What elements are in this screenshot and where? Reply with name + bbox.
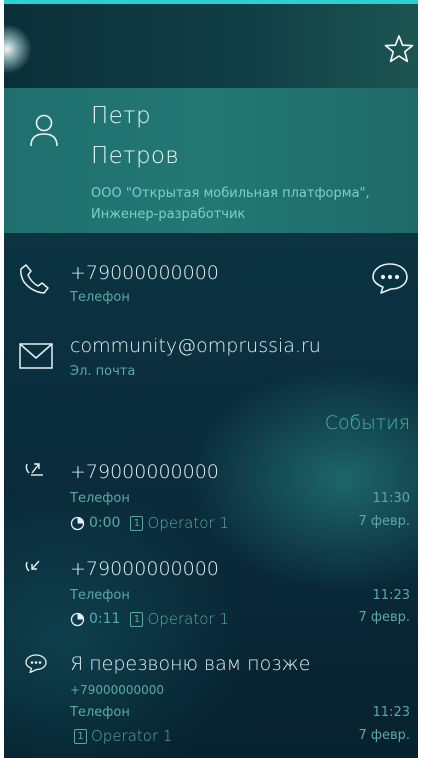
contact-first-name: Петр bbox=[91, 103, 151, 129]
operator-name: Operator 1 bbox=[147, 610, 229, 628]
event-title: +79000000000 bbox=[70, 461, 219, 483]
event-time: 11:23 bbox=[372, 705, 410, 720]
events-section-header: События bbox=[324, 412, 410, 434]
call-duration: 0:00 bbox=[89, 515, 121, 531]
operator-name: Operator 1 bbox=[147, 514, 229, 532]
envelope-icon[interactable] bbox=[19, 343, 53, 369]
event-label: Телефон bbox=[70, 491, 130, 506]
timer-icon bbox=[70, 612, 85, 626]
email-address[interactable]: community@omprussia.ru bbox=[70, 335, 321, 357]
operator-name: Operator 1 bbox=[91, 727, 173, 745]
event-date: 7 февр. bbox=[358, 610, 410, 625]
chat-bubble-icon bbox=[25, 654, 47, 674]
timer-icon bbox=[70, 516, 85, 530]
event-date: 7 февр. bbox=[358, 514, 410, 529]
top-bar bbox=[4, 4, 418, 88]
chat-bubble-icon[interactable] bbox=[370, 261, 410, 295]
sim-card-icon: 1 bbox=[74, 728, 87, 744]
contact-card-screen: Петр Петров ООО "Открытая мобильная плат… bbox=[4, 0, 418, 758]
event-time: 11:30 bbox=[372, 491, 410, 506]
event-meta: 0:00 1 Operator 1 bbox=[70, 514, 229, 532]
event-label: Телефон bbox=[70, 705, 130, 720]
phone-label: Телефон bbox=[70, 290, 130, 305]
phone-number[interactable]: +79000000000 bbox=[70, 262, 219, 284]
incoming-call-icon bbox=[25, 560, 40, 572]
event-meta: 0:11 1 Operator 1 bbox=[70, 610, 229, 628]
contact-last-name: Петров bbox=[91, 143, 180, 169]
sim-card-icon: 1 bbox=[130, 611, 144, 627]
message-number: +79000000000 bbox=[70, 683, 165, 697]
outgoing-call-icon bbox=[25, 463, 43, 476]
star-icon[interactable] bbox=[384, 34, 414, 64]
contact-company: ООО "Открытая мобильная платформа", Инже… bbox=[91, 183, 406, 225]
event-meta: 1 Operator 1 bbox=[74, 727, 172, 745]
job-title-line: Инженер-разработчик bbox=[91, 207, 246, 222]
email-label: Эл. почта bbox=[70, 364, 136, 379]
person-icon bbox=[30, 114, 58, 147]
event-date: 7 февр. bbox=[358, 728, 410, 743]
event-label: Телефон bbox=[70, 588, 130, 603]
sim-card-icon: 1 bbox=[130, 515, 144, 531]
event-time: 11:23 bbox=[372, 588, 410, 603]
ambient-glow bbox=[4, 24, 32, 74]
company-line: ООО "Открытая мобильная платформа", bbox=[91, 186, 370, 201]
call-duration: 0:11 bbox=[89, 611, 121, 627]
phone-icon[interactable] bbox=[18, 262, 52, 296]
contact-header: Петр Петров ООО "Открытая мобильная плат… bbox=[4, 88, 418, 233]
event-title: +79000000000 bbox=[70, 558, 219, 580]
event-title: Я перезвоню вам позже bbox=[70, 653, 311, 675]
